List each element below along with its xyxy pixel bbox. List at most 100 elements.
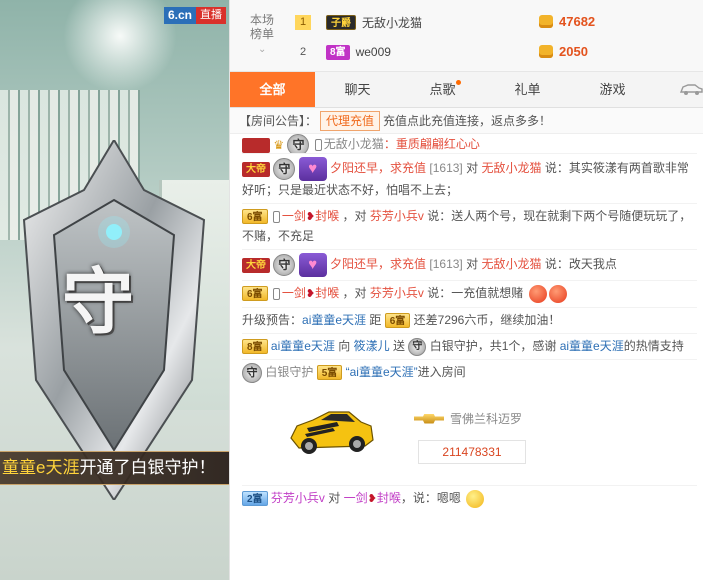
chat-user[interactable]: ai童童e天涯 (302, 313, 366, 327)
site-brand[interactable]: 6.cn 直播 (163, 7, 226, 24)
brand-logo: 6.cn (163, 7, 196, 24)
chat-user[interactable]: 一剑 (282, 209, 306, 223)
chevron-down-icon[interactable]: ⌄ (258, 44, 266, 55)
chat-say: 说： (544, 257, 569, 272)
gift-brand: 雪佛兰科迈罗 (414, 410, 522, 427)
chat-target-suffix[interactable]: 封喉 (377, 491, 401, 505)
level-badge: 大帝 (242, 162, 270, 178)
chat-tabs: 全部 聊天 点歌 礼单 游戏 (230, 72, 703, 108)
gift-plate-number: 211478331 (418, 440, 526, 464)
car-gift-card: 雪佛兰科迈罗 211478331 (242, 386, 697, 486)
chat-user-suffix[interactable]: 封喉 (315, 209, 339, 223)
tab-gift-list[interactable]: 礼单 (485, 72, 570, 107)
background-light (60, 0, 180, 90)
chat-text: ：重质翩翩红心心 (383, 137, 480, 152)
chat-user[interactable]: “ai童童e天涯” (346, 365, 418, 379)
level-badge: 6富 (242, 209, 268, 224)
car-icon[interactable] (679, 82, 703, 96)
rose-icon: ❥ (305, 211, 316, 223)
gift-text: 白银守护，共1个，感谢 (429, 339, 557, 353)
crown-icon: ♛ (273, 137, 285, 152)
chat-message: 大帝 守 ♥ 夕阳还早，求充值 [1613] 对 无敌小龙猫 说：其实筱漾有两首… (242, 154, 697, 204)
level-badge: 子爵 (326, 14, 356, 30)
rose-icon: ❥ (305, 288, 316, 300)
level-badge: 2富 (242, 491, 268, 506)
level-badge: 6富 (384, 313, 411, 328)
chat-target[interactable]: 芬芳小兵v (370, 286, 424, 300)
tab-all[interactable]: 全部 (230, 72, 315, 107)
chat-message: 8富 ai童童e天涯 向 筱漾儿 送 守 白银守护，共1个，感谢 ai童童e天涯… (242, 334, 697, 360)
coin-value: 2050 (559, 44, 588, 59)
chat-user-suffix[interactable]: 封喉 (315, 286, 339, 300)
banner-user: 童童e天涯 (2, 458, 80, 477)
guard-shield-icon: 守 (242, 363, 262, 383)
coin-icon (539, 45, 553, 58)
agent-recharge-button[interactable]: 代理充值 (320, 111, 381, 131)
live-badge: 直播 (196, 7, 226, 24)
chat-connector: 对 (466, 257, 479, 272)
chat-connector: 距 (369, 313, 382, 327)
chat-user[interactable]: 一剑 (282, 286, 306, 300)
chat-message: 6富 一剑❥封喉 ，对 芬芳小兵v 说：一充值就想赌 (242, 281, 697, 308)
guard-shield-icon: 守 (273, 254, 296, 276)
level-badge (242, 138, 270, 153)
chat-connector: 向 (338, 339, 351, 353)
chat-message: ♛ 守 无敌小龙猫：重质翩翩红心心 (242, 134, 697, 154)
chat-user[interactable]: 夕阳还早，求充值 (330, 161, 426, 175)
ranking-row[interactable]: 1 子爵 无敌小龙猫 (295, 10, 422, 34)
upgrade-prefix: 升级预告： (242, 313, 303, 327)
tab-games[interactable]: 游戏 (570, 72, 655, 107)
heart-badge-icon: ♥ (298, 253, 327, 277)
ranking-title: 本场榜单 (249, 13, 274, 41)
ranking-user[interactable]: 无敌小龙猫 (362, 14, 422, 31)
guard-notification-banner: 童童e天涯开通了白银守护！ (0, 451, 229, 485)
level-badge: 6富 (242, 286, 268, 301)
chat-say: 说： (427, 286, 452, 300)
chat-target[interactable]: 无敌小龙猫 (481, 257, 541, 271)
chat-user[interactable]: 无敌小龙猫 (324, 137, 384, 151)
phone-icon (272, 287, 280, 300)
notice-prefix: 【房间公告】： (239, 114, 318, 128)
tab-song-request[interactable]: 点歌 (400, 72, 485, 107)
level-badge: 8富 (326, 44, 350, 60)
chat-message: 升级预告：ai童童e天涯 距 6富 还差7296六币，继续加油！ (242, 308, 697, 334)
chat-user[interactable]: 夕阳还早，求充值 (330, 257, 426, 271)
chat-user[interactable]: ai童童e天涯 (560, 339, 624, 353)
heart-badge-icon: ♥ (298, 157, 327, 181)
chat-messages: ♛ 守 无敌小龙猫：重质翩翩红心心 大帝 守 ♥ 夕阳还早，求充值 [1613]… (230, 134, 703, 512)
chat-connector: 对 (328, 491, 341, 505)
chat-target[interactable]: 芬芳小兵v (370, 209, 424, 223)
chat-message: 大帝 守 ♥ 夕阳还早，求充值 [1613] 对 无敌小龙猫 说：改天我点 (242, 250, 697, 281)
ranking-user[interactable]: we009 (356, 45, 391, 59)
chat-text: 进入房间 (417, 365, 466, 380)
ranking-coins: 47682 (539, 14, 595, 29)
guard-label: 白银守护 (265, 365, 314, 380)
chat-text: 还差7296六币，继续加油！ (413, 313, 561, 327)
video-stream[interactable]: 6.cn 直播 守 童童e天涯开通了白银守护！ (0, 0, 229, 580)
chat-target[interactable]: 一剑 (344, 491, 368, 505)
guard-glyph: 守 (62, 260, 135, 344)
chat-user[interactable]: 芬芳小兵v (271, 491, 325, 505)
chat-say: 说： (427, 209, 452, 223)
rose-icon: ❥ (367, 493, 377, 505)
ranking-board: 本场榜单 ⌄ 1 子爵 无敌小龙猫 47682 2 8富 we009 2050 (230, 0, 703, 72)
chat-panel: 本场榜单 ⌄ 1 子爵 无敌小龙猫 47682 2 8富 we009 2050 … (229, 0, 703, 580)
tab-song-label: 点歌 (429, 82, 456, 97)
coin-icon (539, 15, 553, 28)
chat-connector: 对 (466, 161, 479, 176)
grin-emoji-icon (466, 489, 485, 508)
level-badge: 大帝 (242, 258, 270, 274)
angry-emoji-icon (548, 284, 567, 303)
chat-user[interactable]: ai童童e天涯 (271, 339, 335, 353)
rank-number: 1 (295, 14, 311, 30)
notice-text[interactable]: 充值点此充值连接，返点多多！ (383, 114, 551, 128)
rank-number: 2 (299, 45, 307, 58)
chat-target[interactable]: 无敌小龙猫 (481, 161, 541, 175)
tab-chat[interactable]: 聊天 (315, 72, 400, 107)
chat-target[interactable]: 筱漾儿 (354, 339, 390, 353)
banner-text: 开通了白银守护！ (79, 458, 216, 477)
level-badge: 5富 (316, 365, 343, 381)
guard-shield-icon: 守 (273, 158, 296, 180)
user-id: [1613] (429, 257, 463, 272)
ranking-row[interactable]: 2 8富 we009 (295, 40, 391, 64)
